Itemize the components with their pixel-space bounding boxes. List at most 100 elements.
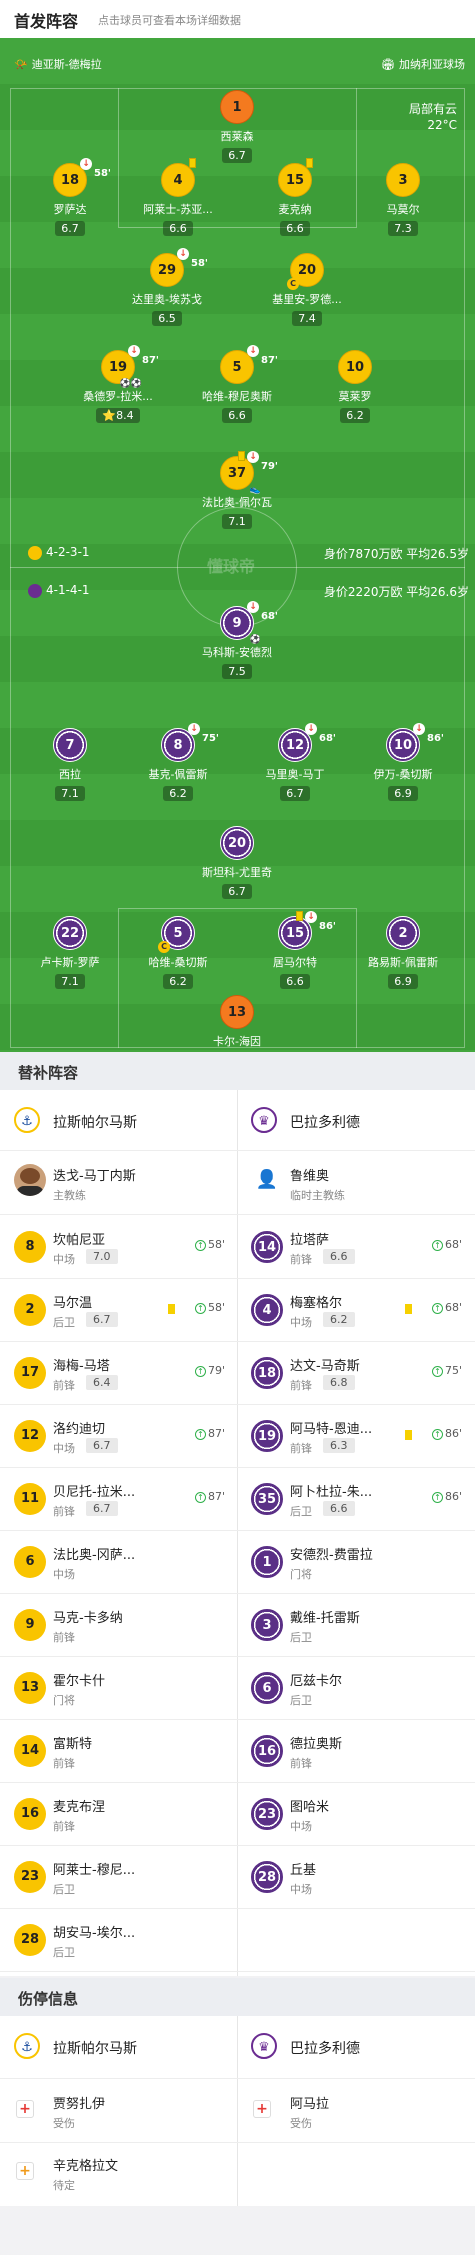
away-sub-row[interactable]: 19 阿马特-恩迪... 前锋 6.3 ↑ 86' <box>237 1405 474 1467</box>
home-sub-row[interactable]: 12 洛约迪切 中场 6.7 ↑ 87' <box>0 1405 237 1467</box>
sub-in-minute: 58' <box>207 1238 225 1251</box>
sub-in-minute: 68' <box>444 1301 462 1314</box>
away-player[interactable]: 22 卢卡斯-罗萨 7.1 <box>20 916 120 989</box>
stadium-icon: 🏟 <box>381 58 395 71</box>
player-rating: ⭐8.4 <box>96 408 140 423</box>
home-sub-row[interactable]: 14 富斯特 前锋 <box>0 1720 237 1782</box>
away-sub-row[interactable]: 14 拉塔萨 前锋 6.6 ↑ 68' <box>237 1216 474 1278</box>
away-player[interactable]: 12 ↓ 68' 马里奥-马丁 6.7 <box>245 723 345 801</box>
player-name: 居马尔特 <box>273 956 317 969</box>
yellow-card-icon <box>168 1304 175 1314</box>
home-injury-row[interactable]: + 贾努扎伊 受伤 <box>0 2080 237 2142</box>
player-number: 20 C <box>287 253 324 290</box>
home-sub-row[interactable]: 9 马克-卡多纳 前锋 <box>0 1594 237 1656</box>
player-number: 3 <box>386 163 420 197</box>
sub-position: 前锋 <box>290 1253 312 1266</box>
home-player[interactable]: 3 马莫尔 7.3 <box>353 163 453 236</box>
sub-name: 德拉奥斯 <box>290 1737 343 1752</box>
inj-home-team[interactable]: 拉斯帕尔马斯 <box>53 2038 137 2058</box>
player-name: 路易斯-佩雷斯 <box>368 956 438 969</box>
sub-position: 前锋 <box>53 1631 75 1644</box>
home-player[interactable]: 20 C 基里安-罗德... 7.4 <box>257 253 357 326</box>
away-player[interactable]: 9 ↓ 68' ⚽ 马科斯-安德烈 7.5 <box>187 601 287 679</box>
home-player[interactable]: 37 ↓ 79' 👟 法比奥-佩尔瓦 7.1 <box>187 451 287 529</box>
home-sub-row[interactable]: 11 贝尼托-拉米... 前锋 6.7 ↑ 87' <box>0 1468 237 1530</box>
away-player[interactable]: 15 ↓ 86' 居马尔特 6.6 <box>245 911 345 989</box>
home-player[interactable]: 5 ↓ 87' 哈维-穆尼奥斯 6.6 <box>187 345 287 423</box>
home-injury-row[interactable]: + 辛克格拉文 待定 <box>0 2142 237 2204</box>
home-player[interactable]: 19 ↓ 87' ⚽⚽ 桑德罗-拉米... ⭐8.4 <box>68 345 168 423</box>
sub-off-icon: ↓ <box>128 345 140 357</box>
home-team-name[interactable]: 拉斯帕尔马斯 <box>53 1112 137 1132</box>
away-player[interactable]: 20 斯坦科-尤里奇 6.7 <box>187 826 287 899</box>
inj-away-team[interactable]: 巴拉多利德 <box>290 2038 360 2058</box>
player-name: 卡尔-海因 <box>213 1035 261 1048</box>
yellow-card-icon <box>405 1304 412 1314</box>
player-rating: 6.6 <box>163 221 193 236</box>
sub-time: 75' <box>202 733 219 744</box>
player-number: 12 ↓ 68' <box>278 723 336 762</box>
sub-position: 前锋 <box>53 1820 75 1833</box>
sub-number: 19 <box>251 1420 283 1452</box>
away-player[interactable]: 8 ↓ 75' 基克-佩雷斯 6.2 <box>128 723 228 801</box>
home-sub-row[interactable]: 17 海梅-马塔 前锋 6.4 ↑ 79' <box>0 1342 237 1404</box>
sub-name: 梅塞格尔 <box>290 1296 343 1311</box>
player-number: 5 ↓ 87' <box>220 345 278 384</box>
home-sub-row[interactable]: 28 胡安马-埃尔... 后卫 <box>0 1909 237 1971</box>
home-player[interactable]: 18 ↓ 58' 罗萨达 6.7 <box>20 158 120 236</box>
home-player[interactable]: 10 莫莱罗 6.2 <box>305 350 405 423</box>
away-player[interactable]: 13卡尔-海因6.6 <box>187 995 287 1052</box>
away-coach[interactable]: 👤 鲁维奥 临时主教练 <box>237 1152 474 1214</box>
player-rating: 7.4 <box>292 311 322 326</box>
player-rating: 6.9 <box>388 974 418 989</box>
sub-in-icon: ↑ <box>194 1366 206 1377</box>
away-formation: 4-1-4-1 <box>28 583 90 598</box>
home-player[interactable]: 15 麦克纳 6.6 <box>245 158 345 236</box>
pitch: 懂球帝 📯 迪亚斯-德梅拉 🏟 加纳利亚球场 局部有云 22°C 4-2-3-1 身… <box>0 38 475 1052</box>
home-coach[interactable]: 迭戈-马丁内斯 主教练 <box>0 1152 237 1214</box>
home-sub-row[interactable]: 6 法比奥-冈萨... 中场 <box>0 1531 237 1593</box>
away-sub-row[interactable]: 18 达文-马奇斯 前锋 6.8 ↑ 75' <box>237 1342 474 1404</box>
home-sub-row[interactable]: 2 马尔温 后卫 6.7 ↑ 58' <box>0 1279 237 1341</box>
away-player[interactable]: 2 路易斯-佩雷斯 6.9 <box>353 916 453 989</box>
away-coach-name: 鲁维奥 <box>290 1169 330 1184</box>
coach-avatar <box>14 1164 46 1196</box>
sub-off-icon: ↓ <box>305 911 317 923</box>
home-player[interactable]: 4 阿莱士-苏亚... 6.6 <box>128 158 228 236</box>
sub-number: 8 <box>14 1231 46 1263</box>
sub-off-icon: ↓ <box>80 158 92 170</box>
sub-position: 后卫 <box>53 1946 75 1959</box>
sub-in-icon: ↑ <box>194 1240 206 1251</box>
home-sub-row[interactable]: 13 霍尔卡什 门将 <box>0 1657 237 1719</box>
sub-off-icon: ↓ <box>305 723 317 735</box>
watermark: 懂球帝 <box>207 557 256 576</box>
sub-number: 1 <box>251 1546 283 1578</box>
player-number: 10 ↓ 86' <box>386 723 444 762</box>
away-sub-row[interactable]: 28 丘基 中场 <box>237 1846 474 1908</box>
player-name: 马科斯-安德烈 <box>202 646 272 659</box>
goal-icon: ⚽ <box>249 635 261 645</box>
away-sub-row[interactable]: 16 德拉奥斯 前锋 <box>237 1720 474 1782</box>
sub-name: 胡安马-埃尔... <box>53 1926 136 1941</box>
sub-name: 戴维-托雷斯 <box>290 1611 360 1626</box>
away-sub-row[interactable]: 3 戴维-托雷斯 后卫 <box>237 1594 474 1656</box>
away-sub-row[interactable]: 23 图哈米 中场 <box>237 1783 474 1845</box>
injury-player-name: 阿马拉 <box>290 2097 330 2112</box>
away-player[interactable]: 5 C 哈维-桑切斯 6.2 <box>128 916 228 989</box>
home-player[interactable]: 1 西莱森 6.7 <box>187 90 287 163</box>
sub-rating: 6.3 <box>323 1438 355 1453</box>
home-coach-role: 主教练 <box>53 1189 86 1202</box>
home-sub-row[interactable]: 8 坎帕尼亚 中场 7.0 ↑ 58' <box>0 1216 237 1278</box>
away-sub-row[interactable]: 6 厄兹卡尔 后卫 <box>237 1657 474 1719</box>
away-injury-row[interactable]: + 阿马拉 受伤 <box>237 2080 474 2142</box>
away-player[interactable]: 7 西拉 7.1 <box>20 728 120 801</box>
home-player[interactable]: 29 ↓ 58' 达里奥-埃苏戈 6.5 <box>117 248 217 326</box>
away-team-name[interactable]: 巴拉多利德 <box>290 1112 360 1132</box>
away-sub-row[interactable]: 4 梅塞格尔 中场 6.2 ↑ 68' <box>237 1279 474 1341</box>
away-sub-row[interactable]: 1 安德烈-费雷拉 门将 <box>237 1531 474 1593</box>
away-player[interactable]: 10 ↓ 86' 伊万-桑切斯 6.9 <box>353 723 453 801</box>
home-sub-row[interactable]: 16 麦克布涅 前锋 <box>0 1783 237 1845</box>
home-sub-row[interactable]: 23 阿莱士-穆尼... 后卫 <box>0 1846 237 1908</box>
goal-icon: ⚽⚽ <box>119 379 142 389</box>
away-sub-row[interactable]: 35 阿卜杜拉-朱... 后卫 6.6 ↑ 86' <box>237 1468 474 1530</box>
